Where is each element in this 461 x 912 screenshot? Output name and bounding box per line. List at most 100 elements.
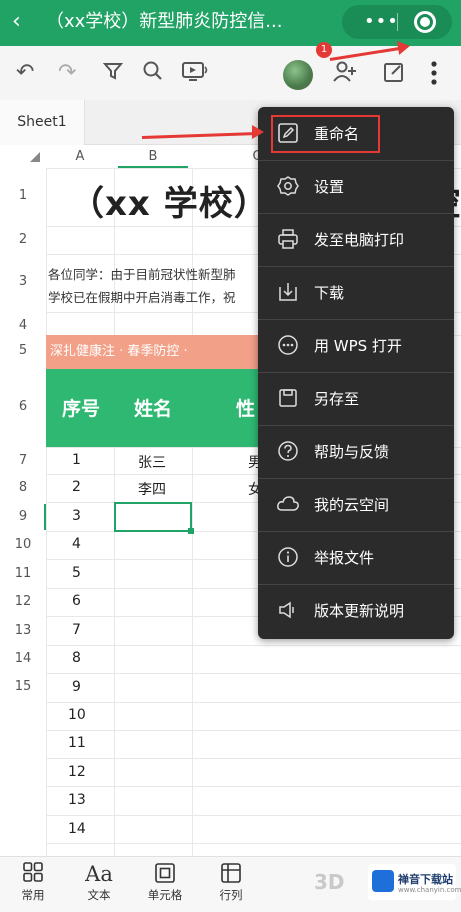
notice-line-1[interactable]: 各位同学：由于目前冠状性新型肺 — [48, 264, 236, 283]
row-header-13[interactable]: 13 — [0, 623, 46, 638]
avatar[interactable] — [283, 60, 313, 90]
chevron-left-icon[interactable]: ‹ — [12, 9, 21, 35]
cell-no[interactable]: 1 — [72, 452, 81, 468]
cell-name[interactable]: 李四 — [138, 479, 166, 499]
grid-line — [46, 673, 461, 674]
row-header-10[interactable]: 10 — [0, 537, 46, 552]
cell-no[interactable]: 8 — [72, 650, 81, 666]
menu-label: 下载 — [314, 284, 345, 302]
selected-cell-b9[interactable] — [114, 502, 192, 532]
annotation-arrow-2-head — [252, 125, 264, 139]
fill-handle[interactable] — [188, 528, 194, 534]
column-header-a[interactable]: A — [46, 146, 114, 168]
row-header-8[interactable]: 8 — [0, 480, 46, 495]
cell-no[interactable]: 5 — [72, 565, 81, 581]
menu-item-help[interactable]: 帮助与反馈 — [258, 425, 454, 478]
add-user-icon[interactable] — [332, 60, 358, 91]
close-miniprogram-icon[interactable] — [414, 11, 436, 33]
cell-no[interactable]: 12 — [68, 764, 86, 780]
grid-line — [46, 843, 461, 844]
cell-no[interactable]: 13 — [68, 792, 86, 808]
printer-icon — [276, 228, 300, 252]
menu-item-print[interactable]: 发至电脑打印 — [258, 213, 454, 266]
cell-no[interactable]: 9 — [72, 679, 81, 695]
more-circle-icon — [276, 334, 300, 358]
menu-item-release-notes[interactable]: 版本更新说明 — [258, 584, 454, 637]
row-col-icon — [198, 861, 264, 887]
cell-no[interactable]: 4 — [72, 536, 81, 552]
menu-label: 发至电脑打印 — [314, 231, 405, 249]
row-header-11[interactable]: 11 — [0, 566, 46, 581]
row-header-12[interactable]: 12 — [0, 594, 46, 609]
site-logo: 禅音下载站 www.chanyin.com — [368, 864, 461, 900]
tab-cell[interactable]: 单元格 — [132, 857, 198, 912]
row-header-7[interactable]: 7 — [0, 453, 46, 468]
filter-icon[interactable] — [102, 60, 124, 89]
row-header-5[interactable]: 5 — [0, 343, 46, 358]
search-icon[interactable] — [142, 60, 164, 89]
row-header-9[interactable]: 9 — [0, 509, 46, 524]
cell-no[interactable]: 3 — [72, 508, 81, 524]
menu-item-open-wps[interactable]: 用 WPS 打开 — [258, 319, 454, 372]
more-dots-icon[interactable]: ••• — [364, 11, 399, 32]
cell-no[interactable]: 14 — [68, 821, 86, 837]
document-title: （xx学校）新型肺炎防控信... — [46, 11, 283, 32]
tab-label: 行列 — [219, 888, 243, 902]
tab-sheet1[interactable]: Sheet1 — [0, 100, 85, 145]
row-header-15[interactable]: 15 — [0, 679, 46, 694]
tab-common[interactable]: 常用 — [0, 857, 66, 912]
row-9-selected-indicator — [44, 504, 46, 530]
tab-label: 常用 — [21, 888, 45, 902]
menu-label: 另存至 — [314, 390, 360, 408]
menu-label: 举报文件 — [314, 549, 375, 567]
grid-line — [46, 168, 47, 858]
grid-line — [46, 702, 461, 703]
watermark-3d: 3D — [314, 870, 345, 894]
tab-row-col[interactable]: 行列 — [198, 857, 264, 912]
notice-line-2[interactable]: 学校已在假期中开启消毒工作，祝 — [48, 287, 236, 306]
text-icon: Aa — [85, 862, 113, 886]
banner-row[interactable]: 深扎健康注 · 春季防控 · — [46, 335, 258, 369]
grid-line — [46, 730, 461, 731]
miniprogram-capsule: ••• — [342, 5, 452, 39]
menu-label: 帮助与反馈 — [314, 443, 390, 461]
annotation-badge-1: 1 — [316, 42, 332, 58]
title-bar: ‹ （xx学校）新型肺炎防控信... ••• — [0, 0, 461, 46]
grid-line — [46, 815, 461, 816]
column-header-b[interactable]: B — [114, 146, 192, 168]
row-header-6[interactable]: 6 — [0, 399, 46, 414]
menu-item-cloud[interactable]: 我的云空间 — [258, 478, 454, 531]
undo-icon[interactable]: ↶ — [16, 60, 34, 86]
share-icon[interactable] — [382, 60, 406, 91]
capsule-divider — [397, 13, 398, 31]
cell-icon — [132, 861, 198, 887]
menu-item-download[interactable]: 下载 — [258, 266, 454, 319]
grid-line — [46, 645, 461, 646]
cell-no[interactable]: 7 — [72, 622, 81, 638]
cell-name[interactable]: 张三 — [138, 452, 166, 472]
menu-item-save-as[interactable]: 另存至 — [258, 372, 454, 425]
cell-no[interactable]: 11 — [68, 735, 86, 751]
cell-no[interactable]: 6 — [72, 593, 81, 609]
cell-no[interactable]: 10 — [68, 707, 86, 723]
gear-icon — [276, 175, 300, 199]
screen-cast-icon[interactable] — [181, 60, 209, 91]
row-header-14[interactable]: 14 — [0, 651, 46, 666]
menu-item-settings[interactable]: 设置 — [258, 160, 454, 213]
cell-no[interactable]: 2 — [72, 479, 81, 495]
row-header-2[interactable]: 2 — [0, 232, 46, 247]
row-header-1[interactable]: 1 — [0, 188, 46, 203]
more-vertical-icon[interactable] — [427, 56, 441, 90]
menu-item-report[interactable]: 举报文件 — [258, 531, 454, 584]
row-header-4[interactable]: 4 — [0, 318, 46, 333]
toolbar: ↶ ↷ — [0, 46, 461, 100]
menu-label: 设置 — [314, 178, 345, 196]
menu-label: 我的云空间 — [314, 496, 390, 514]
row-header-3[interactable]: 3 — [0, 274, 46, 289]
logo-text: 禅音下载站 — [398, 873, 453, 886]
speaker-icon — [276, 599, 300, 623]
tab-text[interactable]: Aa 文本 — [66, 857, 132, 912]
wps-spreadsheet-screen: ‹ （xx学校）新型肺炎防控信... ••• ↶ ↷ 1 2 — [0, 0, 461, 912]
redo-icon[interactable]: ↷ — [58, 60, 76, 86]
select-all-corner[interactable] — [30, 152, 40, 162]
